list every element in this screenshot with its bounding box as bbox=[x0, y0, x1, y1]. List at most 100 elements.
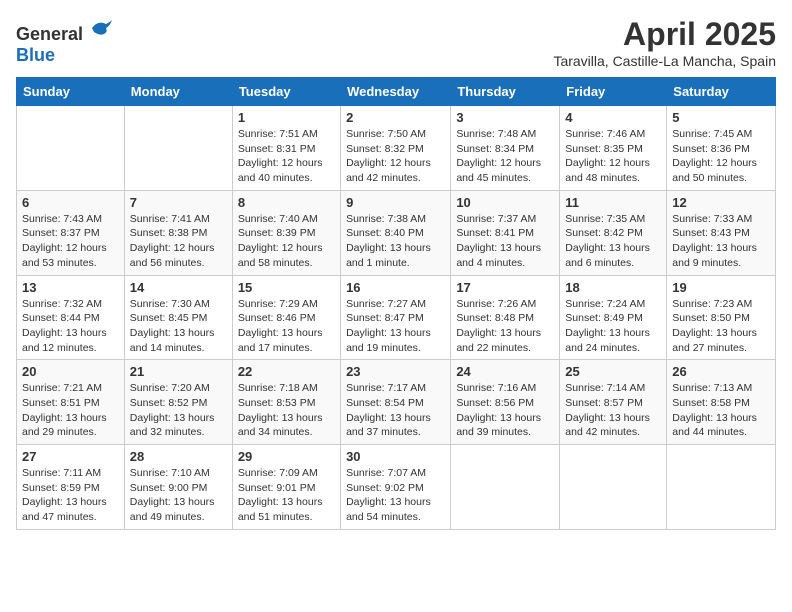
day-info: Sunrise: 7:17 AM Sunset: 8:54 PM Dayligh… bbox=[346, 381, 445, 440]
header-sunday: Sunday bbox=[17, 78, 125, 106]
day-number: 29 bbox=[238, 449, 335, 464]
day-info: Sunrise: 7:10 AM Sunset: 9:00 PM Dayligh… bbox=[130, 466, 227, 525]
day-number: 3 bbox=[456, 110, 554, 125]
day-number: 7 bbox=[130, 195, 227, 210]
calendar-week-row: 20 Sunrise: 7:21 AM Sunset: 8:51 PM Dayli… bbox=[17, 360, 776, 445]
calendar-cell: 7 Sunrise: 7:41 AM Sunset: 8:38 PM Daylig… bbox=[124, 190, 232, 275]
calendar-cell: 27 Sunrise: 7:11 AM Sunset: 8:59 PM Dayli… bbox=[17, 445, 125, 530]
day-number: 22 bbox=[238, 364, 335, 379]
logo-blue: Blue bbox=[16, 45, 55, 65]
day-number: 28 bbox=[130, 449, 227, 464]
day-number: 1 bbox=[238, 110, 335, 125]
day-info: Sunrise: 7:07 AM Sunset: 9:02 PM Dayligh… bbox=[346, 466, 445, 525]
day-info: Sunrise: 7:41 AM Sunset: 8:38 PM Dayligh… bbox=[130, 212, 227, 271]
day-number: 2 bbox=[346, 110, 445, 125]
day-info: Sunrise: 7:16 AM Sunset: 8:56 PM Dayligh… bbox=[456, 381, 554, 440]
calendar-cell: 16Sunrise: 7:27 AM Sunset: 8:47 PM Dayli… bbox=[341, 275, 451, 360]
calendar-cell bbox=[560, 445, 667, 530]
day-number: 9 bbox=[346, 195, 445, 210]
calendar-week-row: 6 Sunrise: 7:43 AM Sunset: 8:37 PM Daylig… bbox=[17, 190, 776, 275]
calendar-cell: 25 Sunrise: 7:14 AM Sunset: 8:57 PM Dayli… bbox=[560, 360, 667, 445]
calendar-cell: 19 Sunrise: 7:23 AM Sunset: 8:50 PM Dayli… bbox=[667, 275, 776, 360]
day-info: Sunrise: 7:30 AM Sunset: 8:45 PM Dayligh… bbox=[130, 297, 227, 356]
day-info: Sunrise: 7:43 AM Sunset: 8:37 PM Dayligh… bbox=[22, 212, 119, 271]
calendar-cell: 13Sunrise: 7:32 AM Sunset: 8:44 PM Dayli… bbox=[17, 275, 125, 360]
day-number: 17 bbox=[456, 280, 554, 295]
header-wednesday: Wednesday bbox=[341, 78, 451, 106]
day-info: Sunrise: 7:14 AM Sunset: 8:57 PM Dayligh… bbox=[565, 381, 661, 440]
calendar-cell: 12Sunrise: 7:33 AM Sunset: 8:43 PM Dayli… bbox=[667, 190, 776, 275]
calendar-cell: 8 Sunrise: 7:40 AM Sunset: 8:39 PM Daylig… bbox=[232, 190, 340, 275]
calendar-week-row: 27 Sunrise: 7:11 AM Sunset: 8:59 PM Dayli… bbox=[17, 445, 776, 530]
day-info: Sunrise: 7:40 AM Sunset: 8:39 PM Dayligh… bbox=[238, 212, 335, 271]
calendar-cell: 24 Sunrise: 7:16 AM Sunset: 8:56 PM Dayli… bbox=[451, 360, 560, 445]
day-info: Sunrise: 7:20 AM Sunset: 8:52 PM Dayligh… bbox=[130, 381, 227, 440]
day-info: Sunrise: 7:23 AM Sunset: 8:50 PM Dayligh… bbox=[672, 297, 770, 356]
day-info: Sunrise: 7:21 AM Sunset: 8:51 PM Dayligh… bbox=[22, 381, 119, 440]
day-number: 23 bbox=[346, 364, 445, 379]
day-info: Sunrise: 7:24 AM Sunset: 8:49 PM Dayligh… bbox=[565, 297, 661, 356]
day-info: Sunrise: 7:29 AM Sunset: 8:46 PM Dayligh… bbox=[238, 297, 335, 356]
calendar-cell bbox=[667, 445, 776, 530]
day-number: 6 bbox=[22, 195, 119, 210]
day-info: Sunrise: 7:35 AM Sunset: 8:42 PM Dayligh… bbox=[565, 212, 661, 271]
day-info: Sunrise: 7:33 AM Sunset: 8:43 PM Dayligh… bbox=[672, 212, 770, 271]
logo: General Blue bbox=[16, 16, 114, 66]
day-number: 8 bbox=[238, 195, 335, 210]
calendar-cell: 6 Sunrise: 7:43 AM Sunset: 8:37 PM Daylig… bbox=[17, 190, 125, 275]
header-thursday: Thursday bbox=[451, 78, 560, 106]
calendar-cell: 21 Sunrise: 7:20 AM Sunset: 8:52 PM Dayli… bbox=[124, 360, 232, 445]
page-title: April 2025 bbox=[553, 16, 776, 53]
calendar-cell: 20 Sunrise: 7:21 AM Sunset: 8:51 PM Dayli… bbox=[17, 360, 125, 445]
calendar-cell: 11 Sunrise: 7:35 AM Sunset: 8:42 PM Dayli… bbox=[560, 190, 667, 275]
calendar-cell: 5Sunrise: 7:45 AM Sunset: 8:36 PM Daylig… bbox=[667, 106, 776, 191]
page-subtitle: Taravilla, Castille-La Mancha, Spain bbox=[553, 53, 776, 69]
day-number: 30 bbox=[346, 449, 445, 464]
calendar-cell: 23 Sunrise: 7:17 AM Sunset: 8:54 PM Dayli… bbox=[341, 360, 451, 445]
logo-general: General bbox=[16, 24, 83, 44]
calendar-cell: 10Sunrise: 7:37 AM Sunset: 8:41 PM Dayli… bbox=[451, 190, 560, 275]
day-number: 25 bbox=[565, 364, 661, 379]
day-number: 15 bbox=[238, 280, 335, 295]
day-info: Sunrise: 7:50 AM Sunset: 8:32 PM Dayligh… bbox=[346, 127, 445, 186]
calendar-cell bbox=[451, 445, 560, 530]
calendar-cell: 18 Sunrise: 7:24 AM Sunset: 8:49 PM Dayli… bbox=[560, 275, 667, 360]
day-info: Sunrise: 7:18 AM Sunset: 8:53 PM Dayligh… bbox=[238, 381, 335, 440]
calendar-cell: 15 Sunrise: 7:29 AM Sunset: 8:46 PM Dayli… bbox=[232, 275, 340, 360]
day-number: 19 bbox=[672, 280, 770, 295]
calendar-cell: 30 Sunrise: 7:07 AM Sunset: 9:02 PM Dayli… bbox=[341, 445, 451, 530]
day-number: 26 bbox=[672, 364, 770, 379]
calendar-cell: 1 Sunrise: 7:51 AM Sunset: 8:31 PM Daylig… bbox=[232, 106, 340, 191]
logo-bird-icon bbox=[90, 16, 114, 40]
calendar-cell: 26 Sunrise: 7:13 AM Sunset: 8:58 PM Dayli… bbox=[667, 360, 776, 445]
day-number: 24 bbox=[456, 364, 554, 379]
title-block: April 2025 Taravilla, Castille-La Mancha… bbox=[553, 16, 776, 69]
day-info: Sunrise: 7:45 AM Sunset: 8:36 PM Dayligh… bbox=[672, 127, 770, 186]
calendar-cell bbox=[124, 106, 232, 191]
calendar-header-row: SundayMondayTuesdayWednesdayThursdayFrid… bbox=[17, 78, 776, 106]
day-number: 4 bbox=[565, 110, 661, 125]
page-header: General Blue April 2025 Taravilla, Casti… bbox=[16, 16, 776, 69]
day-number: 21 bbox=[130, 364, 227, 379]
calendar-cell: 22 Sunrise: 7:18 AM Sunset: 8:53 PM Dayli… bbox=[232, 360, 340, 445]
day-info: Sunrise: 7:11 AM Sunset: 8:59 PM Dayligh… bbox=[22, 466, 119, 525]
calendar-cell: 28 Sunrise: 7:10 AM Sunset: 9:00 PM Dayli… bbox=[124, 445, 232, 530]
day-info: Sunrise: 7:37 AM Sunset: 8:41 PM Dayligh… bbox=[456, 212, 554, 271]
day-number: 27 bbox=[22, 449, 119, 464]
calendar-cell: 2 Sunrise: 7:50 AM Sunset: 8:32 PM Daylig… bbox=[341, 106, 451, 191]
header-friday: Friday bbox=[560, 78, 667, 106]
logo-text: General Blue bbox=[16, 16, 114, 66]
day-number: 18 bbox=[565, 280, 661, 295]
day-info: Sunrise: 7:51 AM Sunset: 8:31 PM Dayligh… bbox=[238, 127, 335, 186]
calendar-cell: 3 Sunrise: 7:48 AM Sunset: 8:34 PM Daylig… bbox=[451, 106, 560, 191]
day-number: 16 bbox=[346, 280, 445, 295]
day-info: Sunrise: 7:48 AM Sunset: 8:34 PM Dayligh… bbox=[456, 127, 554, 186]
calendar-week-row: 13Sunrise: 7:32 AM Sunset: 8:44 PM Dayli… bbox=[17, 275, 776, 360]
day-number: 20 bbox=[22, 364, 119, 379]
day-number: 11 bbox=[565, 195, 661, 210]
day-number: 13 bbox=[22, 280, 119, 295]
calendar-table: SundayMondayTuesdayWednesdayThursdayFrid… bbox=[16, 77, 776, 530]
header-tuesday: Tuesday bbox=[232, 78, 340, 106]
day-info: Sunrise: 7:13 AM Sunset: 8:58 PM Dayligh… bbox=[672, 381, 770, 440]
calendar-cell: 29Sunrise: 7:09 AM Sunset: 9:01 PM Dayli… bbox=[232, 445, 340, 530]
